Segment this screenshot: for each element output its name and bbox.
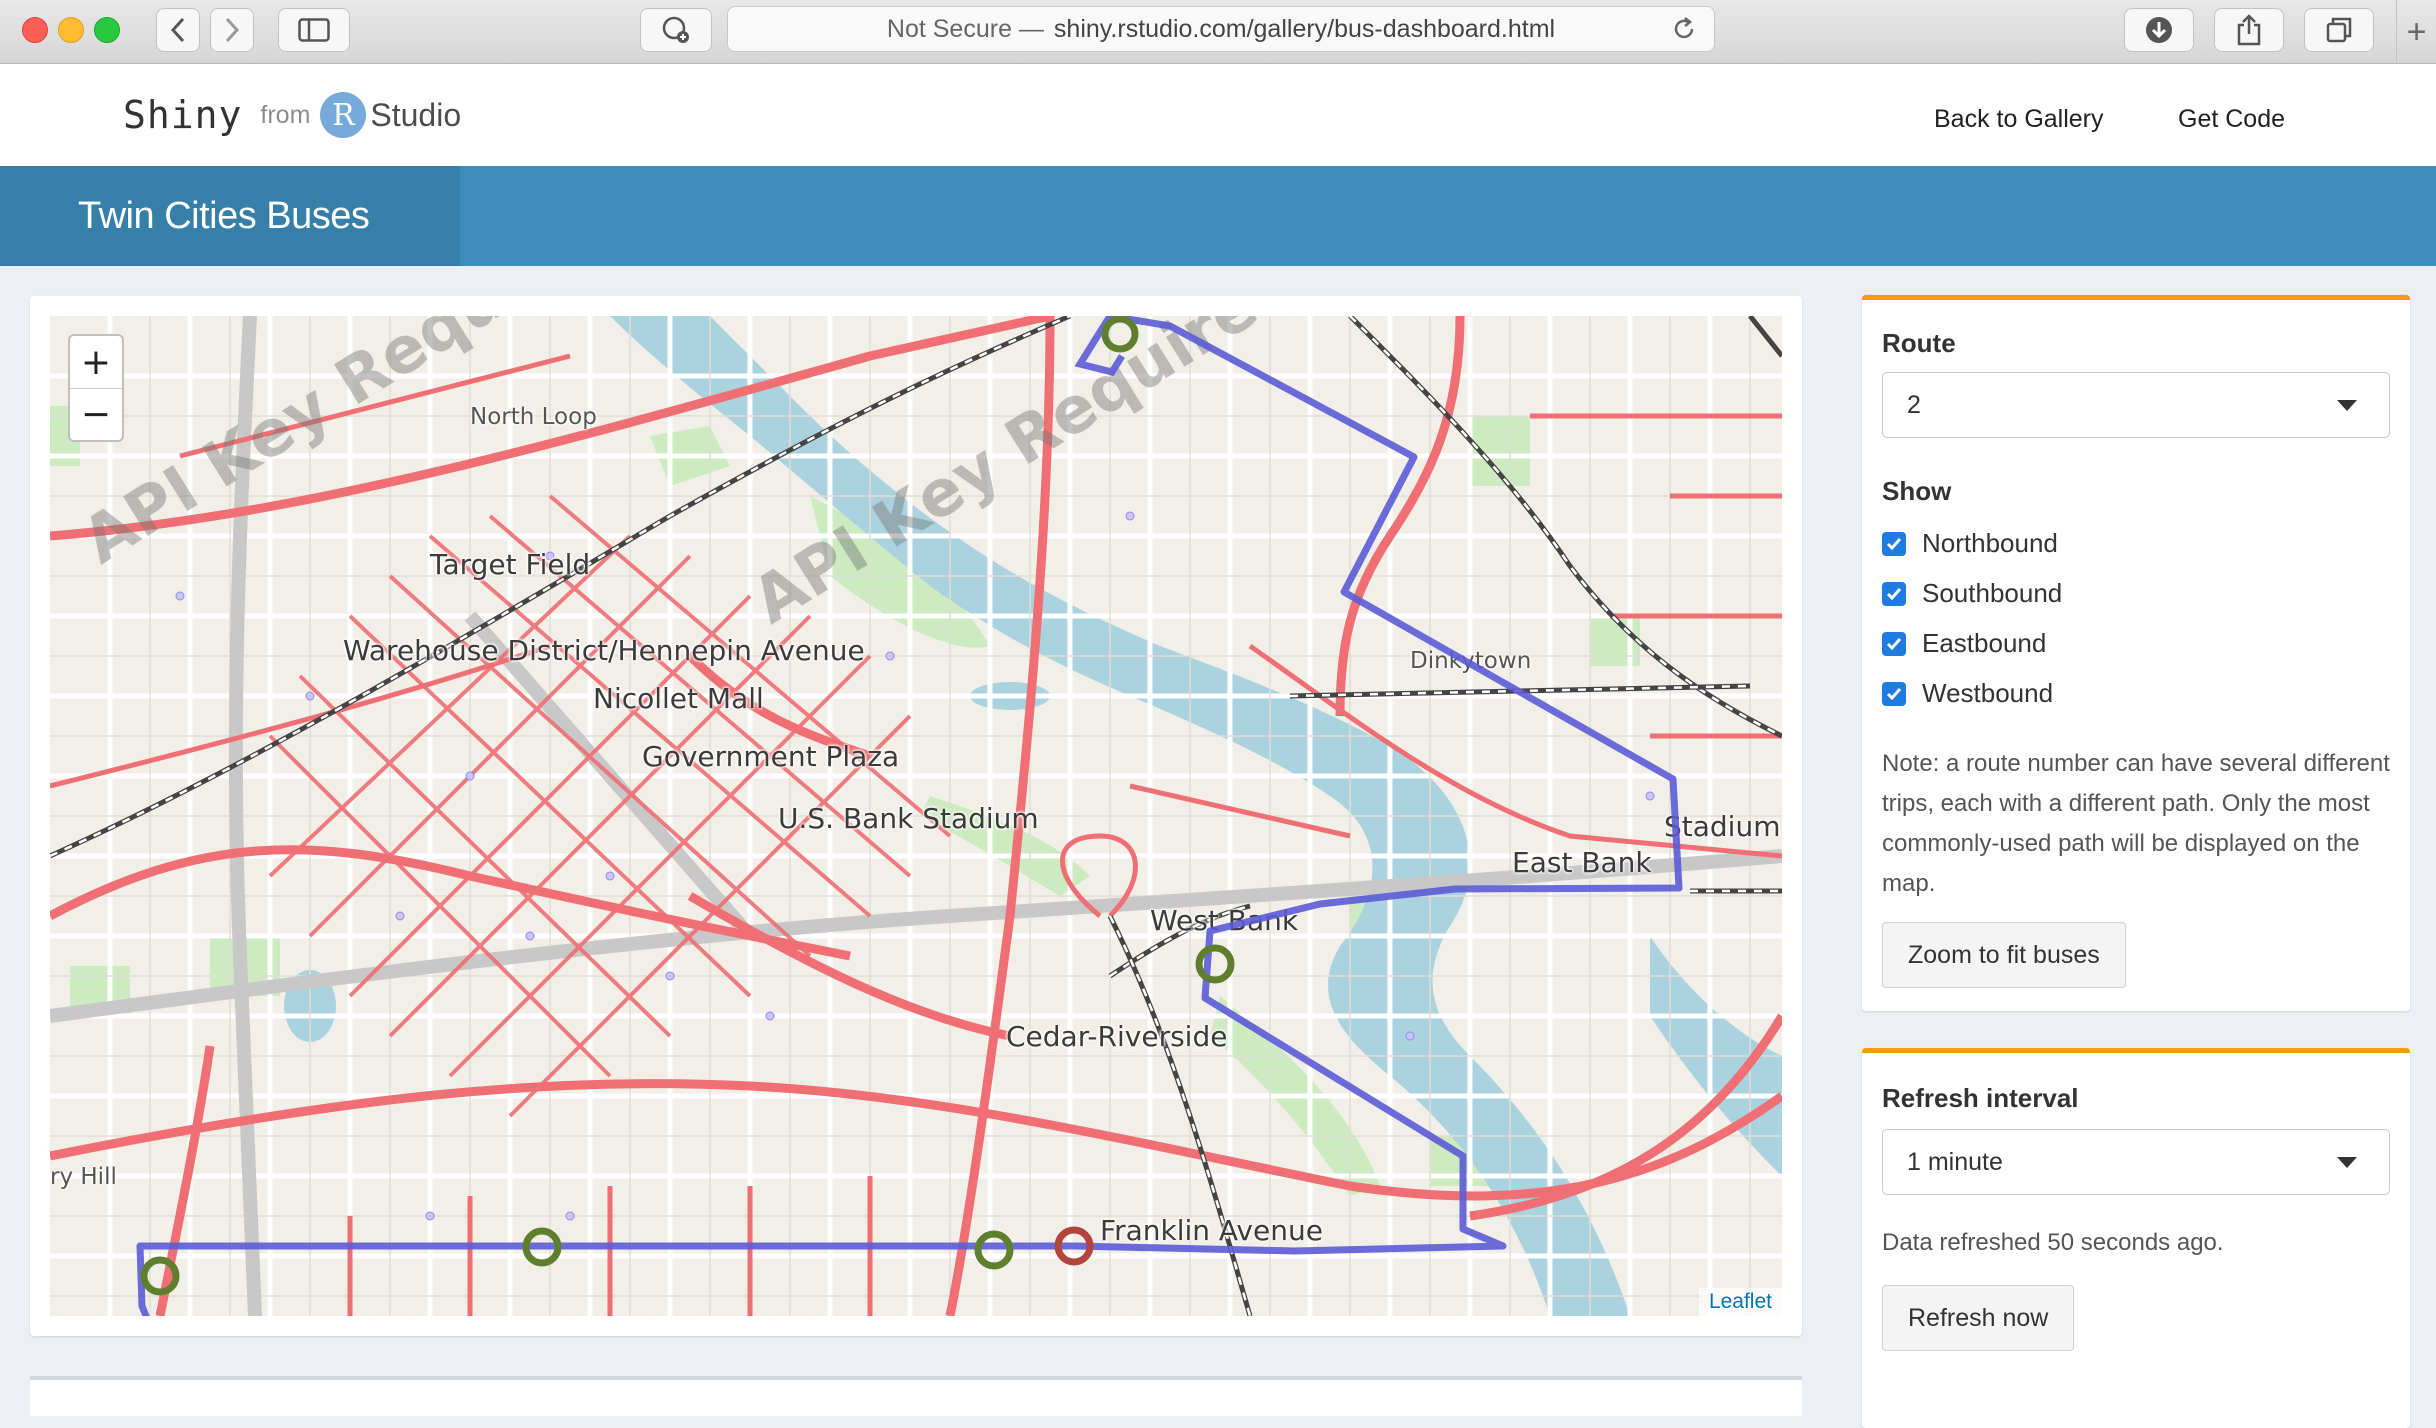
route-label: Route xyxy=(1882,328,1956,358)
shield-icon xyxy=(662,16,689,43)
caret-down-icon xyxy=(2337,400,2357,411)
reload-icon[interactable] xyxy=(1670,15,1698,43)
sidebar-toggle-button[interactable] xyxy=(278,8,350,52)
route-overlay xyxy=(136,316,1683,1316)
bus-marker xyxy=(140,1256,180,1296)
bus-marker xyxy=(1195,944,1235,984)
share-button[interactable] xyxy=(2214,8,2284,52)
map-box: API Key Required API Key Required North … xyxy=(30,296,1802,1336)
window-close-button[interactable] xyxy=(22,17,48,43)
checkbox-northbound[interactable]: Northbound xyxy=(1882,528,2058,559)
checkmark-icon xyxy=(1882,681,1906,706)
checkmark-icon xyxy=(1882,631,1906,656)
back-button[interactable] xyxy=(156,8,200,52)
bus-marker xyxy=(1101,316,1139,353)
bus-markers xyxy=(140,316,1235,1296)
route-panel: Route 2 Show Northbound Southbound Eastb… xyxy=(1862,295,2410,1011)
privacy-report-button[interactable] xyxy=(640,8,712,52)
checkmark-icon xyxy=(1882,531,1906,556)
checkbox-eastbound[interactable]: Eastbound xyxy=(1882,628,2046,659)
chevron-left-icon xyxy=(170,17,185,43)
refresh-interval-select[interactable]: 1 minute xyxy=(1882,1129,2390,1195)
checkbox-label: Southbound xyxy=(1922,578,2063,608)
sidebar-icon xyxy=(298,18,330,42)
route-note: Note: a route number can have several di… xyxy=(1882,750,2390,897)
zoom-to-fit-button[interactable]: Zoom to fit buses xyxy=(1882,922,2126,988)
checkbox-label: Eastbound xyxy=(1922,628,2047,658)
refresh-interval-label: Refresh interval xyxy=(1882,1083,2079,1113)
route-select[interactable]: 2 xyxy=(1882,372,2390,438)
window-maximize-button[interactable] xyxy=(94,17,120,43)
download-icon xyxy=(2146,17,2172,43)
url-text: shiny.rstudio.com/gallery/bus-dashboard.… xyxy=(1053,14,1556,43)
checkbox-westbound[interactable]: Westbound xyxy=(1882,678,2053,709)
refresh-now-button[interactable]: Refresh now xyxy=(1882,1285,2075,1351)
get-code-link[interactable]: Get Code xyxy=(2178,105,2285,134)
chevron-right-icon xyxy=(225,17,240,43)
route-2-path xyxy=(136,316,1683,1316)
leaflet-attribution[interactable]: Leaflet xyxy=(1698,1288,1782,1316)
show-label: Show xyxy=(1882,476,1952,506)
refresh-panel: Refresh interval 1 minute Data refreshed… xyxy=(1862,1048,2410,1428)
bus-map[interactable]: API Key Required API Key Required North … xyxy=(50,316,1782,1316)
downloads-button[interactable] xyxy=(2124,8,2194,52)
route-selected-value: 2 xyxy=(1907,390,1921,419)
zoom-control: + − xyxy=(68,334,124,442)
caret-down-icon xyxy=(2337,1157,2357,1168)
checkbox-southbound[interactable]: Southbound xyxy=(1882,578,2062,609)
back-to-gallery-link[interactable]: Back to Gallery xyxy=(1934,105,2104,134)
window-minimize-button[interactable] xyxy=(58,17,84,43)
checkbox-label: Westbound xyxy=(1922,678,2054,708)
address-bar[interactable]: Not Secure — shiny.rstudio.com/gallery/b… xyxy=(727,6,1715,52)
security-warning: Not Secure — xyxy=(886,14,1044,43)
rstudio-r-logo: R xyxy=(320,92,367,138)
browser-toolbar: Not Secure — shiny.rstudio.com/gallery/b… xyxy=(0,0,2436,64)
bus-marker xyxy=(974,1230,1014,1270)
app-navbar: Shiny from R Studio Back to Gallery Get … xyxy=(0,64,2436,166)
second-box xyxy=(30,1376,1802,1416)
tabs-icon xyxy=(2326,17,2352,43)
brand-studio: Studio xyxy=(370,96,462,133)
brand-shiny: Shiny xyxy=(123,93,243,137)
tab-overview-button[interactable] xyxy=(2304,8,2374,52)
zoom-out-button[interactable]: − xyxy=(70,388,122,440)
dashboard-header: Twin Cities Buses xyxy=(0,166,2436,266)
zoom-in-button[interactable]: + xyxy=(70,336,122,388)
dashboard-title: Twin Cities Buses xyxy=(0,166,460,266)
share-icon xyxy=(2237,14,2261,46)
refresh-status: Data refreshed 50 seconds ago. xyxy=(1882,1229,2224,1256)
refresh-selected-value: 1 minute xyxy=(1907,1147,2003,1176)
forward-button[interactable] xyxy=(210,8,254,52)
new-tab-button[interactable]: + xyxy=(2396,0,2436,64)
checkmark-icon xyxy=(1882,581,1906,606)
checkbox-label: Northbound xyxy=(1922,528,2058,558)
shiny-logo[interactable]: Shiny from R Studio xyxy=(123,92,461,138)
brand-from: from xyxy=(260,100,311,129)
